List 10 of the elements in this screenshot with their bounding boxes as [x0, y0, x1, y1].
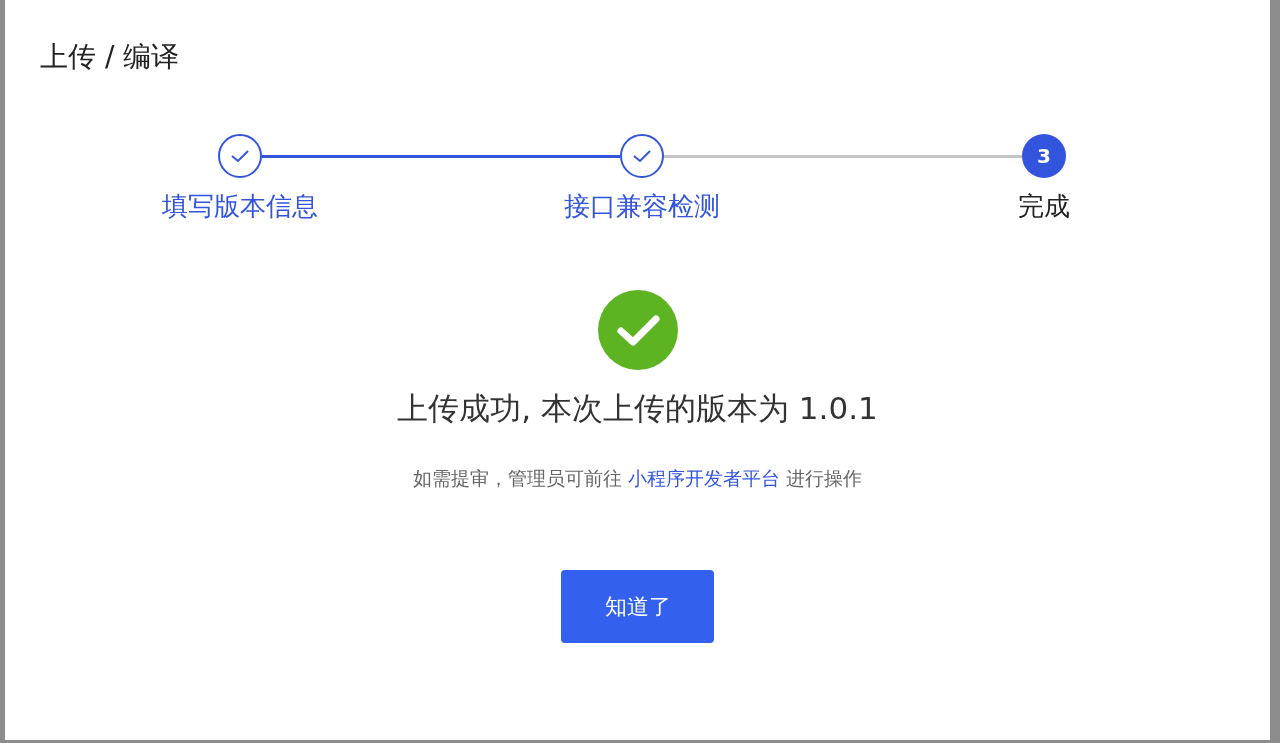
- step-label: 完成: [1018, 190, 1070, 223]
- step-label: 填写版本信息: [162, 190, 318, 223]
- success-icon: [597, 290, 678, 370]
- success-message: 上传成功, 本次上传的版本为 1.0.1: [397, 389, 878, 428]
- instruction-text: 如需提审，管理员可前往 小程序开发者平台 进行操作: [412, 466, 863, 491]
- platform-link[interactable]: 小程序开发者平台: [628, 467, 780, 489]
- confirm-button[interactable]: 知道了: [561, 570, 714, 643]
- step-number: 3: [1022, 134, 1066, 178]
- step-label: 接口兼容检测: [564, 190, 720, 223]
- dialog-title: 上传 / 编译: [40, 39, 180, 75]
